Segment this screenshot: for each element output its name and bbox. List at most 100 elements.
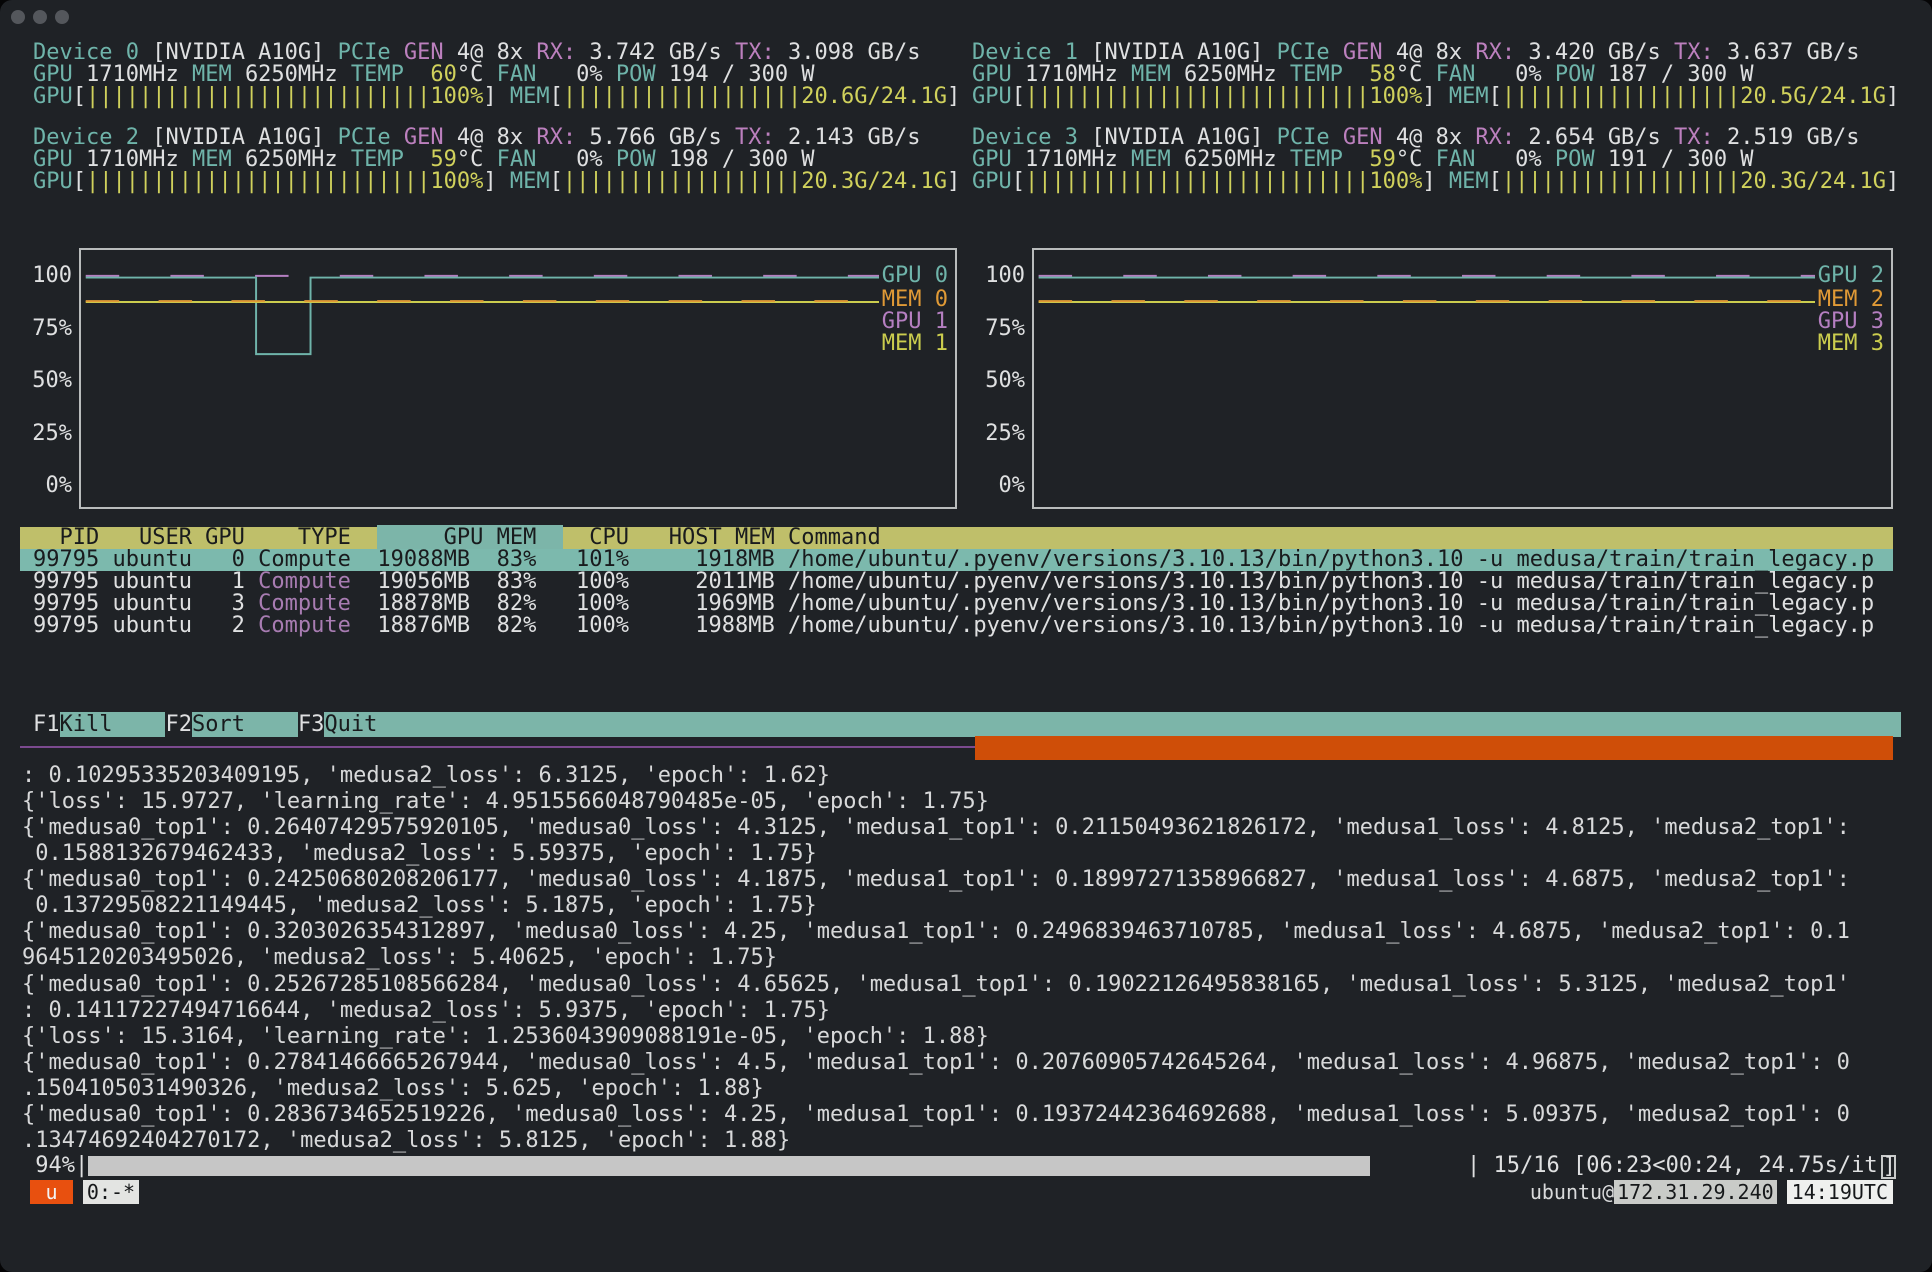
text-segment: [	[550, 169, 563, 194]
text-segment: GPU	[33, 169, 73, 194]
text-segment: ||||||||||||||||||||||||||	[1025, 169, 1369, 194]
device-2-info-line: Device 2 [NVIDIA A10G] PCIe GEN 4@ 8x RX…	[33, 127, 920, 149]
chart-y-label: 50%	[32, 370, 72, 392]
log-line: .13474692404270172, 'medusa2_loss': 5.81…	[22, 1129, 790, 1153]
log-line: 0.1588132679462433, 'medusa2_loss': 5.59…	[22, 842, 817, 866]
text-segment: F1	[33, 712, 60, 737]
process-row[interactable]: 99795 ubuntu 1 Compute 19056MB 83% 100% …	[20, 571, 1893, 593]
text-segment: Kill	[60, 712, 166, 737]
log-line: {'loss': 15.3164, 'learning_rate': 1.253…	[22, 1025, 989, 1049]
terminal-window: Device 0 [NVIDIA A10G] PCIe GEN 4@ 8x RX…	[0, 0, 1932, 1272]
tqdm-stats-label: | 15/16 [06:23<00:24, 24.75s/it]	[1467, 1155, 1896, 1179]
minimize-button[interactable]	[33, 10, 47, 24]
text-segment: [	[1489, 169, 1502, 194]
log-line: {'loss': 15.9727, 'learning_rate': 4.951…	[22, 790, 989, 814]
zoom-button[interactable]	[55, 10, 69, 24]
text-segment: GPU	[33, 84, 73, 109]
log-line: : 0.10295335203409195, 'medusa2_loss': 6…	[22, 764, 830, 788]
orange-progress-block	[975, 736, 1893, 760]
device-2-bars-line: GPU[||||||||||||||||||||||||||100%] MEM[…	[33, 171, 960, 193]
device-2-clock-line: GPU 1710MHz MEM 6250MHz TEMP 59°C FAN 0%…	[33, 149, 815, 171]
text-segment: ||||||||||||||||||	[563, 169, 801, 194]
text-segment: [	[1012, 169, 1025, 194]
log-line: {'medusa0_top1': 0.2836734652519226, 'me…	[22, 1103, 1850, 1127]
chart-y-label: 25%	[32, 423, 72, 445]
device-0-clock-line: GPU 1710MHz MEM 6250MHz TEMP 60°C FAN 0%…	[33, 64, 815, 86]
device-1-clock-line: GPU 1710MHz MEM 6250MHz TEMP 58°C FAN 0%…	[972, 64, 1754, 86]
text-segment: ]	[483, 169, 510, 194]
log-line: {'medusa0_top1': 0.3203026354312897, 'me…	[22, 920, 1850, 944]
process-row-text: 99795 ubuntu 1 Compute 19056MB 83% 100% …	[33, 571, 1874, 593]
text-segment: 100%	[1369, 169, 1422, 194]
clock-label: 14:19UTC	[1787, 1180, 1893, 1204]
text-segment: MEM	[1449, 169, 1489, 194]
text-segment: [	[1012, 84, 1025, 109]
chart-y-label: 75%	[985, 318, 1025, 340]
text-segment: 100%	[1369, 84, 1422, 109]
device-3-info-line: Device 3 [NVIDIA A10G] PCIe GEN 4@ 8x RX…	[972, 127, 1859, 149]
text-segment: ]	[1886, 84, 1899, 109]
tmux-window-tab[interactable]: 0:-*	[83, 1180, 139, 1204]
process-table-header-text: PID USER GPU TYPE GPU MEM CPU HOST MEM C…	[33, 527, 881, 549]
text-segment: 100%	[430, 84, 483, 109]
device-0-bars-line: GPU[||||||||||||||||||||||||||100%] MEM[…	[33, 86, 960, 108]
text-segment: MEM	[510, 84, 550, 109]
text-segment: ]	[947, 84, 960, 109]
process-row[interactable]: 99795 ubuntu 0 Compute 19088MB 83% 101% …	[20, 549, 1893, 571]
text-segment: F3	[298, 712, 325, 737]
text-segment: MEM	[510, 169, 550, 194]
log-line: : 0.14117227494716644, 'medusa2_loss': 5…	[22, 999, 830, 1023]
process-row[interactable]: 99795 ubuntu 2 Compute 18876MB 82% 100% …	[20, 615, 1893, 637]
text-segment: ||||||||||||||||||	[1502, 84, 1740, 109]
device-1-info-line: Device 1 [NVIDIA A10G] PCIe GEN 4@ 8x RX…	[972, 42, 1859, 64]
log-line: {'medusa0_top1': 0.26407429575920105, 'm…	[22, 816, 1850, 840]
process-row-text: 99795 ubuntu 0 Compute 19088MB 83% 101% …	[33, 549, 1874, 571]
chart-series-gpu-0	[86, 278, 951, 355]
chart-y-label: 100	[32, 265, 72, 287]
chart-y-label: 0%	[999, 475, 1026, 497]
tmux-session-badge[interactable]: u	[30, 1180, 73, 1204]
fkey-bar-text[interactable]: F1Kill F2Sort F3Quit	[33, 714, 1901, 736]
text-segment: [	[550, 84, 563, 109]
text-segment: ]	[483, 84, 510, 109]
process-row[interactable]: 99795 ubuntu 3 Compute 18878MB 82% 100% …	[20, 593, 1893, 615]
chart-y-label: 0%	[46, 475, 73, 497]
host-ip-badge: 172.31.29.240	[1614, 1180, 1777, 1204]
process-row-text: 99795 ubuntu 2 Compute 18876MB 82% 100% …	[33, 615, 1874, 637]
chart-y-label: 75%	[32, 318, 72, 340]
gpu-history-chart-0-1	[79, 248, 957, 509]
text-segment: ||||||||||||||||||||||||||	[86, 84, 430, 109]
text-segment: F2	[165, 712, 192, 737]
pane-divider[interactable]	[20, 746, 975, 748]
text-segment: [	[73, 84, 86, 109]
host-user-label: ubuntu@	[1530, 1180, 1614, 1204]
process-table-header: PID USER GPU TYPE GPU MEM CPU HOST MEM C…	[20, 527, 1893, 549]
text-segment: ||||||||||||||||||	[563, 84, 801, 109]
text-segment: [	[1489, 84, 1502, 109]
device-3-clock-line: GPU 1710MHz MEM 6250MHz TEMP 59°C FAN 0%…	[972, 149, 1754, 171]
log-line: .1504105031490326, 'medusa2_loss': 5.625…	[22, 1077, 764, 1101]
log-line: 9645120203495026, 'medusa2_loss': 5.4062…	[22, 946, 777, 970]
chart-left-y-axis: 100 75% 50% 25% 0%	[20, 248, 72, 509]
device-3-bars-line: GPU[||||||||||||||||||||||||||100%] MEM[…	[972, 171, 1899, 193]
tqdm-stats-text: | 15/16 [06:23<00:24, 24.75s/it	[1467, 1153, 1878, 1178]
text-segment: [	[73, 169, 86, 194]
text-segment: 20.5G/24.1G	[1740, 84, 1886, 109]
text-segment: ]	[947, 169, 960, 194]
tqdm-percent-label: 94%|	[22, 1155, 88, 1177]
process-row-text: 99795 ubuntu 3 Compute 18878MB 82% 100% …	[33, 593, 1874, 615]
chart-y-label: 100	[985, 265, 1025, 287]
text-segment: 99795 ubuntu 2	[33, 613, 258, 638]
text-segment: 18876MB 82% 100% 1988MB /home/ubuntu/.py…	[351, 613, 1874, 638]
text-segment: 20.6G/24.1G	[801, 84, 947, 109]
text-segment: ||||||||||||||||||||||||||	[1025, 84, 1369, 109]
text-segment: ||||||||||||||||||	[1502, 169, 1740, 194]
chart-right-y-axis: 10075%50%25%0%	[973, 248, 1025, 509]
log-line: {'medusa0_top1': 0.25267285108566284, 'm…	[22, 973, 1850, 997]
text-segment: MEM	[1449, 84, 1489, 109]
terminal-cursor: ]	[1881, 1155, 1896, 1179]
close-button[interactable]	[11, 10, 25, 24]
text-segment: ]	[1422, 84, 1449, 109]
chart-y-label: 50%	[985, 370, 1025, 392]
fkey-bar[interactable]: F1Kill F2Sort F3Quit	[20, 714, 1893, 736]
